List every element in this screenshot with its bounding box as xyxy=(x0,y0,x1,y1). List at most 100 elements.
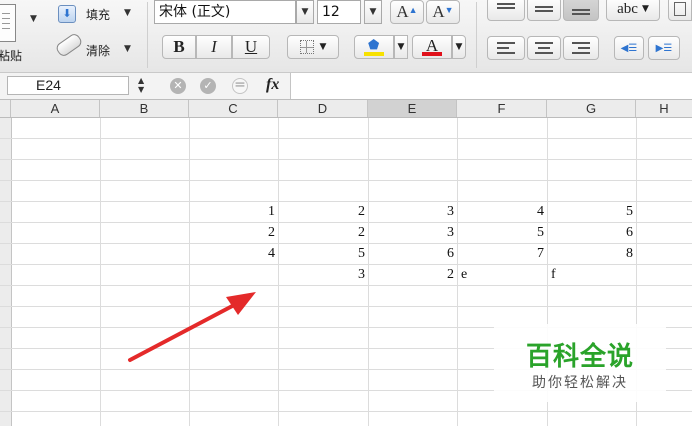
cell-g7[interactable]: 8 xyxy=(547,244,633,264)
cell-f7[interactable]: 7 xyxy=(457,244,544,264)
align-left-icon xyxy=(497,42,515,54)
align-right-icon xyxy=(572,42,590,54)
function-equals-icon[interactable]: = xyxy=(232,78,248,94)
gridline xyxy=(100,118,101,426)
font-color-dropdown[interactable]: ▼ xyxy=(452,35,466,59)
bold-button[interactable]: B xyxy=(162,35,196,59)
ribbon-toolbar: ▼ 粘贴 ⬇ 填充 ▼ 清除 ▼ 宋体 (正文) ▼ 12 ▼ A▲ A▼ B … xyxy=(0,0,692,73)
italic-button[interactable]: I xyxy=(196,35,232,59)
paste-label[interactable]: 粘贴 xyxy=(0,47,22,64)
column-header-e[interactable]: E xyxy=(368,100,457,117)
font-name-field[interactable]: 宋体 (正文) xyxy=(154,0,296,24)
name-box[interactable]: E24 xyxy=(7,76,129,95)
cell-c5[interactable]: 1 xyxy=(189,202,275,222)
fill-dropdown-arrow[interactable]: ▼ xyxy=(124,8,131,18)
wrap-text-icon: abc xyxy=(617,0,638,17)
ribbon-separator xyxy=(476,2,477,68)
increase-indent-icon: ▶☰ xyxy=(655,42,673,54)
fill-button-label[interactable]: 填充 xyxy=(86,6,110,23)
cell-c6[interactable]: 2 xyxy=(189,223,275,243)
font-color-button[interactable]: A xyxy=(412,35,452,59)
paint-bucket-icon: ⬟ xyxy=(363,37,385,57)
fill-icon[interactable]: ⬇ xyxy=(58,5,76,23)
cell-d6[interactable]: 2 xyxy=(278,223,365,243)
clear-dropdown-arrow[interactable]: ▼ xyxy=(124,44,131,54)
bold-icon: B xyxy=(173,37,185,56)
cell-c7[interactable]: 4 xyxy=(189,244,275,264)
cell-d8[interactable]: 3 xyxy=(278,265,365,285)
select-all-corner[interactable] xyxy=(0,100,11,117)
shrink-font-button[interactable]: A▼ xyxy=(426,0,460,24)
name-box-stepper-icon[interactable]: ▲ ▼ xyxy=(138,76,144,94)
watermark-title: 百科全说 xyxy=(525,342,634,372)
shrink-font-icon: A▼ xyxy=(432,2,454,21)
column-header-f[interactable]: F xyxy=(457,100,547,117)
font-size-field[interactable]: 12 xyxy=(317,0,361,24)
fill-color-dropdown[interactable]: ▼ xyxy=(394,35,408,59)
font-color-icon: A xyxy=(421,37,443,57)
align-bottom-button[interactable] xyxy=(563,0,599,21)
cell-d5[interactable]: 2 xyxy=(278,202,365,222)
merge-cells-button[interactable] xyxy=(668,0,692,21)
paste-icon[interactable] xyxy=(0,4,16,42)
formula-bar: E24 ▲ ▼ ✕ ✓ = fx xyxy=(0,73,692,100)
gridline xyxy=(0,306,692,307)
align-middle-button[interactable] xyxy=(527,0,561,21)
cell-f5[interactable]: 4 xyxy=(457,202,544,222)
align-top-button[interactable] xyxy=(487,0,525,21)
fx-icon[interactable]: fx xyxy=(266,76,279,94)
column-header-c[interactable]: C xyxy=(189,100,278,117)
align-center-button[interactable] xyxy=(527,36,561,60)
cell-c8[interactable] xyxy=(189,265,275,285)
wrap-text-button[interactable]: abc ▼ xyxy=(606,0,660,21)
decrease-indent-button[interactable]: ◀☰ xyxy=(614,36,644,60)
column-header-h[interactable]: H xyxy=(636,100,692,117)
font-size-dropdown[interactable]: ▼ xyxy=(364,0,382,24)
underline-icon: U xyxy=(244,37,258,56)
paste-dropdown-arrow[interactable]: ▼ xyxy=(30,14,37,24)
ribbon-separator xyxy=(147,2,148,68)
wrap-dropdown-arrow: ▼ xyxy=(641,4,649,14)
cell-e8[interactable]: 2 xyxy=(368,265,454,285)
align-bottom-icon xyxy=(572,3,590,15)
borders-button[interactable]: ▼ xyxy=(287,35,339,59)
font-color-swatch xyxy=(422,52,442,56)
font-name-dropdown[interactable]: ▼ xyxy=(296,0,314,24)
grow-font-button[interactable]: A▲ xyxy=(390,0,424,24)
cell-g8[interactable]: f xyxy=(551,265,631,285)
column-header-row: A B C D E F G H xyxy=(0,100,692,118)
align-left-button[interactable] xyxy=(487,36,525,60)
cancel-icon[interactable]: ✕ xyxy=(170,78,186,94)
align-right-button[interactable] xyxy=(563,36,599,60)
cell-g6[interactable]: 6 xyxy=(547,223,633,243)
formula-input[interactable] xyxy=(290,73,692,99)
clear-button-label[interactable]: 清除 xyxy=(86,42,110,59)
fill-color-button[interactable]: ⬟ xyxy=(354,35,394,59)
gridline xyxy=(0,411,692,412)
column-header-g[interactable]: G xyxy=(547,100,636,117)
italic-icon: I xyxy=(211,37,217,56)
fill-color-swatch xyxy=(364,52,384,56)
cell-f8[interactable]: e xyxy=(461,265,541,285)
watermark-subtitle: 助你轻松解决 xyxy=(532,375,628,391)
cell-e5[interactable]: 3 xyxy=(368,202,454,222)
confirm-icon[interactable]: ✓ xyxy=(200,78,216,94)
cell-f6[interactable]: 5 xyxy=(457,223,544,243)
merge-icon xyxy=(674,2,686,16)
gridline xyxy=(0,159,692,160)
column-header-d[interactable]: D xyxy=(278,100,368,117)
increase-indent-button[interactable]: ▶☰ xyxy=(648,36,680,60)
align-top-icon xyxy=(497,3,515,15)
align-center-icon xyxy=(535,42,553,54)
eraser-icon[interactable] xyxy=(54,31,84,59)
cell-g5[interactable]: 5 xyxy=(547,202,633,222)
grow-font-icon: A▲ xyxy=(396,2,418,21)
column-header-a[interactable]: A xyxy=(11,100,100,117)
cell-d7[interactable]: 5 xyxy=(278,244,365,264)
row-header-strip[interactable] xyxy=(0,118,12,426)
column-header-b[interactable]: B xyxy=(100,100,189,117)
gridline xyxy=(0,180,692,181)
cell-e6[interactable]: 3 xyxy=(368,223,454,243)
cell-e7[interactable]: 6 xyxy=(368,244,454,264)
underline-button[interactable]: U xyxy=(232,35,270,59)
